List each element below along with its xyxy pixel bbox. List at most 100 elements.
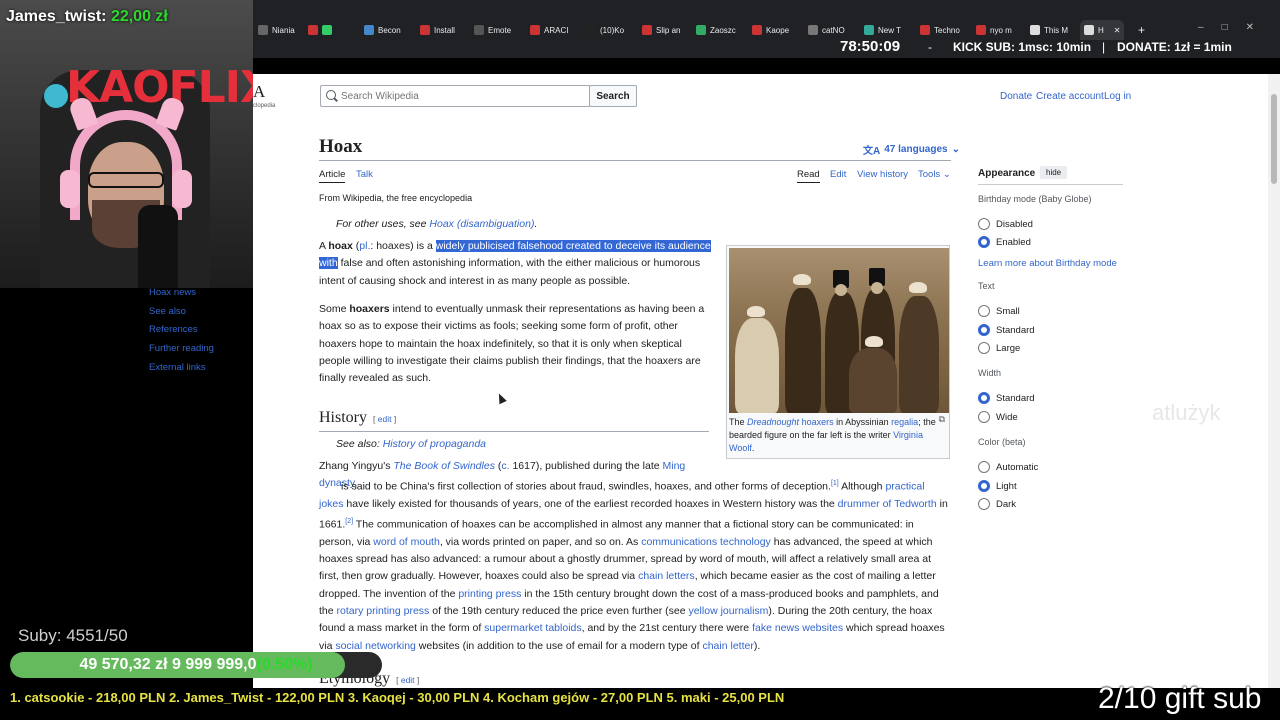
toc-item-external-links[interactable]: External links xyxy=(149,362,206,373)
radio-label: Wide xyxy=(996,411,1018,423)
logo-tagline: clopedia xyxy=(253,103,276,109)
radio-label: Standard xyxy=(996,324,1035,336)
browser-tab[interactable]: catNO xyxy=(808,22,845,38)
radio-disabled[interactable]: Disabled xyxy=(978,218,1033,230)
toc-item-references[interactable]: References xyxy=(149,324,198,335)
width-label: Width xyxy=(978,368,1002,378)
tab-talk[interactable]: Talk xyxy=(356,169,373,180)
browser-tab[interactable] xyxy=(308,22,336,38)
hatnote-link[interactable]: Hoax (disambiguation) xyxy=(429,218,534,230)
enlarge-icon[interactable]: ⧉ xyxy=(939,414,945,425)
browser-tab[interactable]: ARACI xyxy=(530,22,568,38)
dreadnought-hoax-photo[interactable] xyxy=(729,248,949,413)
learn-more-birthday-link[interactable]: Learn more about Birthday mode xyxy=(978,258,1117,269)
birthday-mode-label: Birthday mode (Baby Globe) xyxy=(978,194,1092,204)
radio-color-automatic[interactable]: Automatic xyxy=(978,461,1038,473)
toc-item-see-also[interactable]: See also xyxy=(149,306,186,317)
hatnote: For other uses, see Hoax (disambiguation… xyxy=(336,218,537,230)
edit-link[interactable]: edit xyxy=(401,675,415,685)
browser-tab[interactable]: This M xyxy=(1030,22,1068,38)
log-in-link[interactable]: Log in xyxy=(1104,91,1131,102)
radio-text-standard[interactable]: Standard xyxy=(978,324,1035,336)
scrollbar-thumb[interactable] xyxy=(1271,94,1277,184)
browser-tab[interactable]: Emote xyxy=(474,22,511,38)
appearance-hide-button[interactable]: hide xyxy=(1040,166,1068,179)
radio-circle-selected[interactable] xyxy=(978,392,990,404)
radio-circle-selected[interactable] xyxy=(978,480,990,492)
radio-label: Disabled xyxy=(996,218,1033,230)
gift-sub-counter: 2/10 gift sub xyxy=(1098,682,1262,715)
tab-article[interactable]: Article xyxy=(319,169,346,183)
radio-width-wide[interactable]: Wide xyxy=(978,411,1018,423)
radio-width-standard[interactable]: Standard xyxy=(978,392,1035,404)
color-label: Color (beta) xyxy=(978,437,1026,447)
edit-link[interactable]: edit xyxy=(378,414,392,424)
donate-link[interactable]: Donate xyxy=(1000,91,1032,102)
browser-tab[interactable]: Install xyxy=(420,22,455,38)
figure-person xyxy=(899,296,939,413)
see-also-link[interactable]: History of propaganda xyxy=(383,438,486,450)
browser-tab[interactable]: New T xyxy=(864,22,901,38)
chevron-down-icon: ⌄ xyxy=(942,169,951,180)
appearance-title: Appearance xyxy=(978,168,1036,179)
languages-button[interactable]: 文A 47 languages ⌄ xyxy=(863,142,960,157)
dreadnought-text: Dreadnought xyxy=(747,417,800,427)
browser-tab[interactable]: Nianiа xyxy=(258,22,295,38)
radio-circle[interactable] xyxy=(978,342,990,354)
regalia-link[interactable]: regalia xyxy=(891,417,918,427)
browser-tab[interactable]: (10)Ko xyxy=(586,22,624,38)
tab-view-history[interactable]: View history xyxy=(857,169,908,180)
radio-circle[interactable] xyxy=(978,305,990,317)
browser-tab[interactable]: Slip an xyxy=(642,22,680,38)
radio-circle-selected[interactable] xyxy=(978,236,990,248)
tab-edit[interactable]: Edit xyxy=(830,169,846,180)
search-button[interactable]: Search xyxy=(589,85,637,107)
page-scrollbar[interactable] xyxy=(1268,74,1280,688)
tab-label: nyo m xyxy=(990,25,1012,35)
new-tab-button[interactable]: + xyxy=(1138,22,1145,38)
radio-color-dark[interactable]: Dark xyxy=(978,498,1016,510)
browser-tab[interactable]: Zaoszc xyxy=(696,22,736,38)
tools-label: Tools xyxy=(918,169,941,180)
wikipedia-logo[interactable]: A clopedia xyxy=(253,82,277,112)
search-box[interactable] xyxy=(320,85,590,107)
tab-tools[interactable]: Tools ⌄ xyxy=(918,169,951,180)
radio-circle[interactable] xyxy=(978,411,990,423)
radio-enabled[interactable]: Enabled xyxy=(978,236,1031,248)
browser-tab[interactable]: Kaope xyxy=(752,22,789,38)
lead-paragraph: A hoax (pl.: hoaxes) is a widely publici… xyxy=(319,240,711,287)
tab-read[interactable]: Read xyxy=(797,169,820,183)
browser-tab[interactable]: nyo m xyxy=(976,22,1012,38)
radio-circle[interactable] xyxy=(978,498,990,510)
close-tab-icon[interactable]: ✕ xyxy=(1114,26,1121,35)
tab-label: (10)Ko xyxy=(600,25,625,35)
radio-text-large[interactable]: Large xyxy=(978,342,1020,354)
donation-amount: 22,00 zł xyxy=(110,8,168,25)
radio-circle[interactable] xyxy=(978,461,990,473)
tab-label: Techno xyxy=(934,25,960,35)
browser-tab[interactable]: Becon xyxy=(364,22,401,38)
radio-circle[interactable] xyxy=(978,218,990,230)
caption-text: The xyxy=(729,417,748,427)
figure-head xyxy=(871,282,883,294)
browser-tab[interactable]: Techno xyxy=(920,22,960,38)
donation-goal-bar: 49 570,32 zł 9 999 999,0(0.50%) xyxy=(10,652,382,678)
window-controls[interactable]: –□✕ xyxy=(1198,22,1272,33)
search-input[interactable] xyxy=(341,90,581,102)
tab-favicon-icon xyxy=(364,25,374,35)
dreadnought-link[interactable]: Dreadnought xyxy=(747,417,799,427)
page-title: Hoax xyxy=(319,136,363,157)
channel-brand-logo: KAOFLIX xyxy=(66,62,253,113)
browser-tab-active[interactable]: H ✕ xyxy=(1080,20,1125,40)
toc-item-hoax-news[interactable]: Hoax news xyxy=(149,287,196,298)
tab-label: ARACI xyxy=(544,25,569,35)
hoaxers-link[interactable]: hoaxers xyxy=(802,417,834,427)
create-account-link[interactable]: Create account xyxy=(1036,91,1104,102)
radio-text-small[interactable]: Small xyxy=(978,305,1020,317)
radio-color-light[interactable]: Light xyxy=(978,480,1017,492)
figure-turban xyxy=(909,282,927,293)
toc-item-further-reading[interactable]: Further reading xyxy=(149,343,214,354)
radio-circle-selected[interactable] xyxy=(978,324,990,336)
figure-person xyxy=(849,348,897,413)
translate-icon: 文A xyxy=(863,146,881,157)
